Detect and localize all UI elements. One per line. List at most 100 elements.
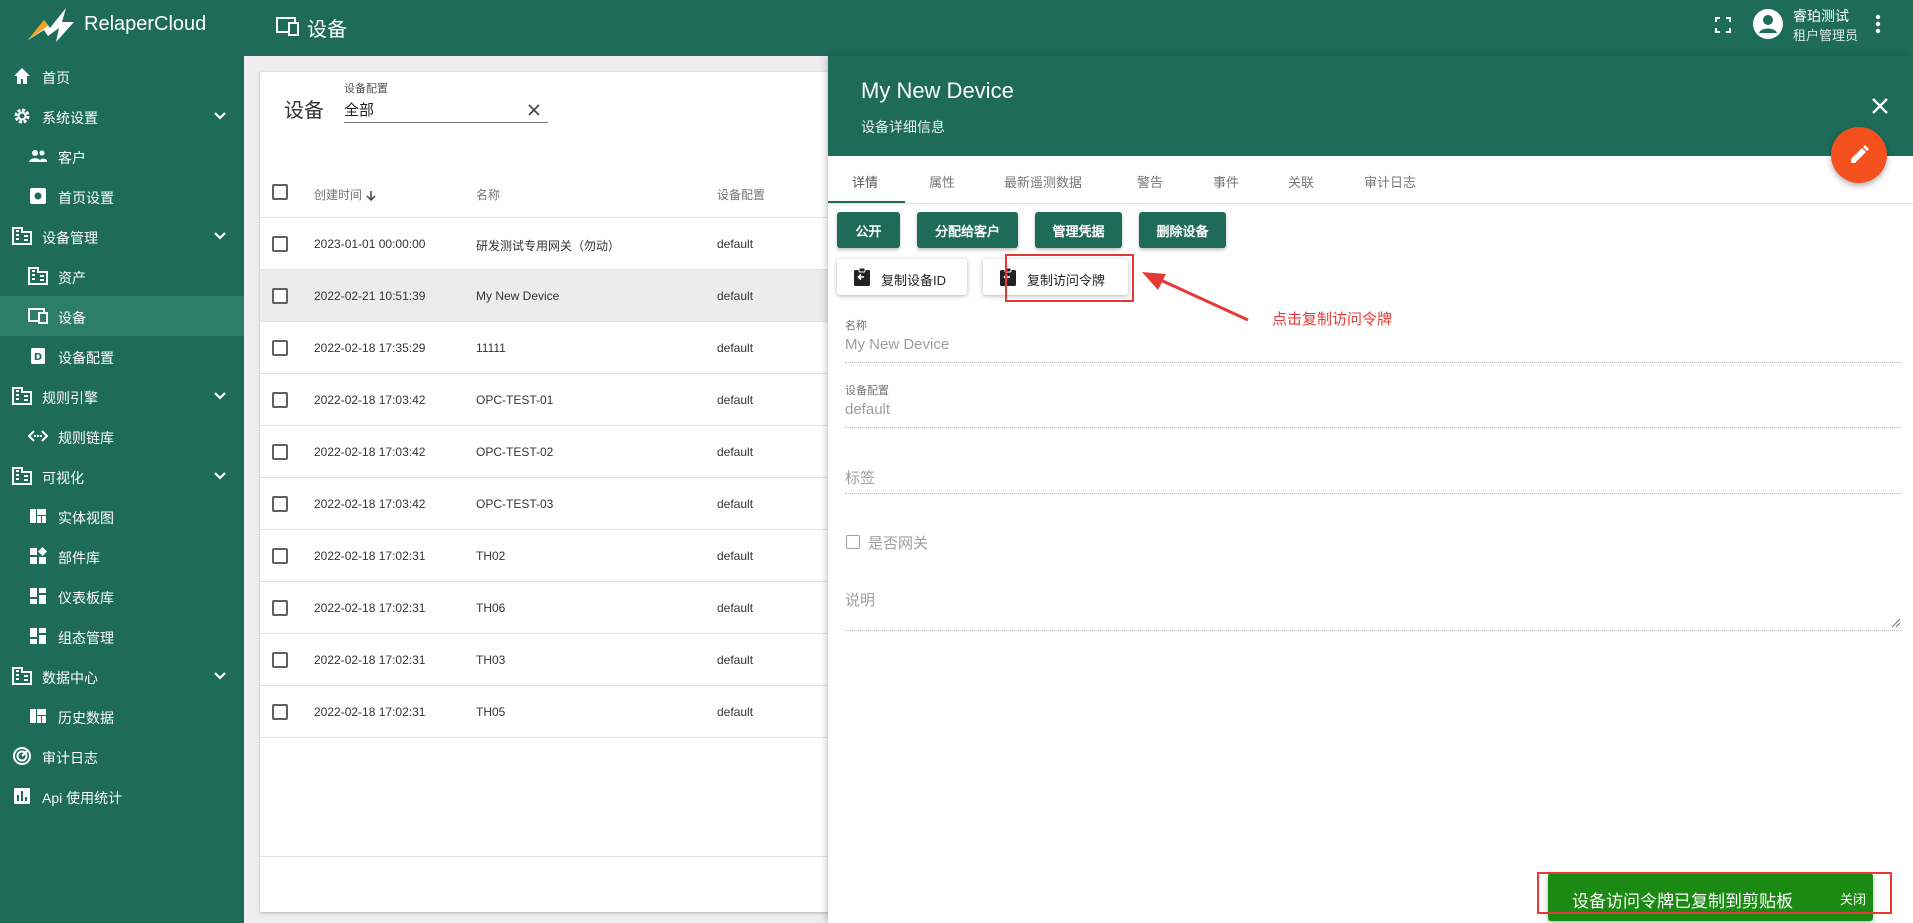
chevron-down-icon — [214, 112, 226, 120]
tab-details[interactable]: 详情 — [852, 172, 878, 191]
user-role: 租户管理员 — [1793, 28, 1859, 43]
label-field[interactable]: 标签 — [845, 467, 875, 488]
row-checkbox[interactable] — [272, 600, 288, 616]
more-vert-icon[interactable] — [1870, 12, 1886, 36]
cell-created: 2023-01-01 00:00:00 — [314, 237, 426, 251]
table-row[interactable]: 2023-01-01 00:00:00 研发测试专用网关（勿动） default — [260, 218, 860, 270]
user-name[interactable]: 睿珀测试 — [1793, 6, 1849, 26]
dashboard-icon — [30, 628, 46, 644]
row-checkbox[interactable] — [272, 652, 288, 668]
tab-attributes[interactable]: 属性 — [929, 172, 955, 191]
cell-name: TH06 — [476, 601, 506, 615]
sidebar-item-home[interactable]: 首页 — [0, 56, 244, 96]
row-checkbox[interactable] — [272, 444, 288, 460]
table-row[interactable]: 2022-02-18 17:03:42 OPC-TEST-03 default — [260, 478, 860, 530]
is-gateway-checkbox[interactable] — [846, 535, 860, 549]
table-row[interactable]: 2022-02-18 17:02:31 TH06 default — [260, 582, 860, 634]
chevron-down-icon — [214, 232, 226, 240]
annotation-arrow-icon — [1142, 272, 1249, 322]
widgets-icon — [30, 547, 47, 564]
settings-applications-icon — [30, 188, 46, 204]
filter-underline — [344, 122, 548, 123]
cell-created: 2022-02-18 17:02:31 — [314, 601, 426, 615]
svg-text:D: D — [34, 352, 42, 363]
table-footer-divider — [260, 856, 860, 857]
row-checkbox[interactable] — [272, 548, 288, 564]
sidebar-item-widget-library[interactable]: 部件库 — [0, 536, 244, 576]
sidebar-item-data-center[interactable]: 数据中心 — [0, 656, 244, 696]
sidebar-item-customers[interactable]: 客户 — [0, 136, 244, 176]
sidebar-item-visualization[interactable]: 可视化 — [0, 456, 244, 496]
table-row[interactable]: 2022-02-18 17:02:31 TH02 default — [260, 530, 860, 582]
sidebar-item-devices[interactable]: 设备 — [0, 296, 244, 336]
table-row[interactable]: 2022-02-18 17:02:31 TH03 default — [260, 634, 860, 686]
delete-device-button[interactable]: 删除设备 — [1139, 212, 1226, 248]
sidebar: 首页 系统设置 客户 首页设置 设备管理 资产 设备 D 设备配置 规则引擎 规… — [0, 56, 244, 923]
sidebar-item-label: 首页设置 — [58, 190, 114, 206]
table-row[interactable]: 2022-02-18 17:35:29 11111 default — [260, 322, 860, 374]
row-checkbox[interactable] — [272, 288, 288, 304]
table-row[interactable]: 2022-02-21 10:51:39 My New Device defaul… — [260, 270, 860, 322]
manage-credentials-button[interactable]: 管理凭据 — [1035, 212, 1122, 248]
sidebar-item-label: 审计日志 — [42, 750, 98, 766]
sidebar-item-scada[interactable]: 组态管理 — [0, 616, 244, 656]
row-checkbox[interactable] — [272, 392, 288, 408]
sidebar-item-rule-chains[interactable]: 规则链库 — [0, 416, 244, 456]
sidebar-item-entity-views[interactable]: 实体视图 — [0, 496, 244, 536]
sidebar-item-label: 部件库 — [58, 550, 100, 566]
sidebar-item-device-management[interactable]: 设备管理 — [0, 216, 244, 256]
sidebar-item-rule-engine[interactable]: 规则引擎 — [0, 376, 244, 416]
user-avatar-icon[interactable] — [1752, 8, 1784, 40]
fullscreen-icon[interactable] — [1711, 13, 1735, 37]
sidebar-item-audit-logs[interactable]: 审计日志 — [0, 736, 244, 776]
assign-to-customer-button[interactable]: 分配给客户 — [917, 212, 1018, 248]
sidebar-item-system-settings[interactable]: 系统设置 — [0, 96, 244, 136]
select-all-checkbox[interactable] — [272, 184, 288, 200]
relapercloud-logo-icon[interactable] — [26, 6, 78, 44]
cell-name: 11111 — [476, 341, 506, 355]
sidebar-item-api-usage[interactable]: Api 使用统计 — [0, 776, 244, 816]
make-public-button[interactable]: 公开 — [837, 212, 900, 248]
table-header: 创建时间 名称 设备配置 — [260, 166, 860, 218]
clear-icon[interactable] — [528, 104, 540, 116]
tab-events[interactable]: 事件 — [1213, 172, 1239, 191]
column-header-created[interactable]: 创建时间 — [314, 186, 376, 203]
sidebar-item-label: 仪表板库 — [58, 590, 114, 606]
tab-audit-logs[interactable]: 审计日志 — [1364, 172, 1416, 191]
tab-alarms[interactable]: 警告 — [1137, 172, 1163, 191]
sidebar-item-dashboards[interactable]: 仪表板库 — [0, 576, 244, 616]
profile-filter-input[interactable]: 全部 — [344, 99, 374, 120]
cell-profile: default — [717, 653, 754, 667]
sidebar-item-label: 规则链库 — [58, 430, 114, 446]
cell-created: 2022-02-18 17:02:31 — [314, 705, 426, 719]
sidebar-item-home-settings[interactable]: 首页设置 — [0, 176, 244, 216]
tab-latest-telemetry[interactable]: 最新遥测数据 — [1004, 172, 1082, 191]
row-checkbox[interactable] — [272, 704, 288, 720]
column-header-profile[interactable]: 设备配置 — [717, 186, 765, 203]
description-field[interactable]: 说明 — [845, 589, 875, 610]
button-label: 复制设备ID — [881, 273, 947, 288]
table-title: 设备 — [284, 100, 324, 122]
copy-device-id-button[interactable]: 复制设备ID — [837, 259, 967, 295]
row-checkbox[interactable] — [272, 340, 288, 356]
table-row[interactable]: 2022-02-18 17:03:42 OPC-TEST-01 default — [260, 374, 860, 426]
is-gateway-label: 是否网关 — [868, 535, 929, 552]
view-quilt-icon — [30, 509, 46, 523]
table-row[interactable]: 2022-02-18 17:02:31 TH05 default — [260, 686, 860, 738]
resize-handle-icon[interactable] — [1891, 618, 1901, 628]
column-header-name[interactable]: 名称 — [476, 186, 500, 203]
profile-field-label: 设备配置 — [845, 385, 889, 397]
sidebar-item-history-data[interactable]: 历史数据 — [0, 696, 244, 736]
tab-relations[interactable]: 关联 — [1288, 172, 1314, 191]
sidebar-item-label: 首页 — [42, 70, 70, 86]
sidebar-item-device-profiles[interactable]: D 设备配置 — [0, 336, 244, 376]
row-checkbox[interactable] — [272, 496, 288, 512]
close-icon[interactable] — [1870, 96, 1890, 116]
cell-name: TH03 — [476, 653, 506, 667]
name-field[interactable]: My New Device — [845, 336, 949, 353]
sidebar-item-assets[interactable]: 资产 — [0, 256, 244, 296]
profile-field[interactable]: default — [845, 401, 890, 418]
table-row[interactable]: 2022-02-18 17:03:42 OPC-TEST-02 default — [260, 426, 860, 478]
insert-chart-icon — [14, 788, 30, 804]
row-checkbox[interactable] — [272, 236, 288, 252]
